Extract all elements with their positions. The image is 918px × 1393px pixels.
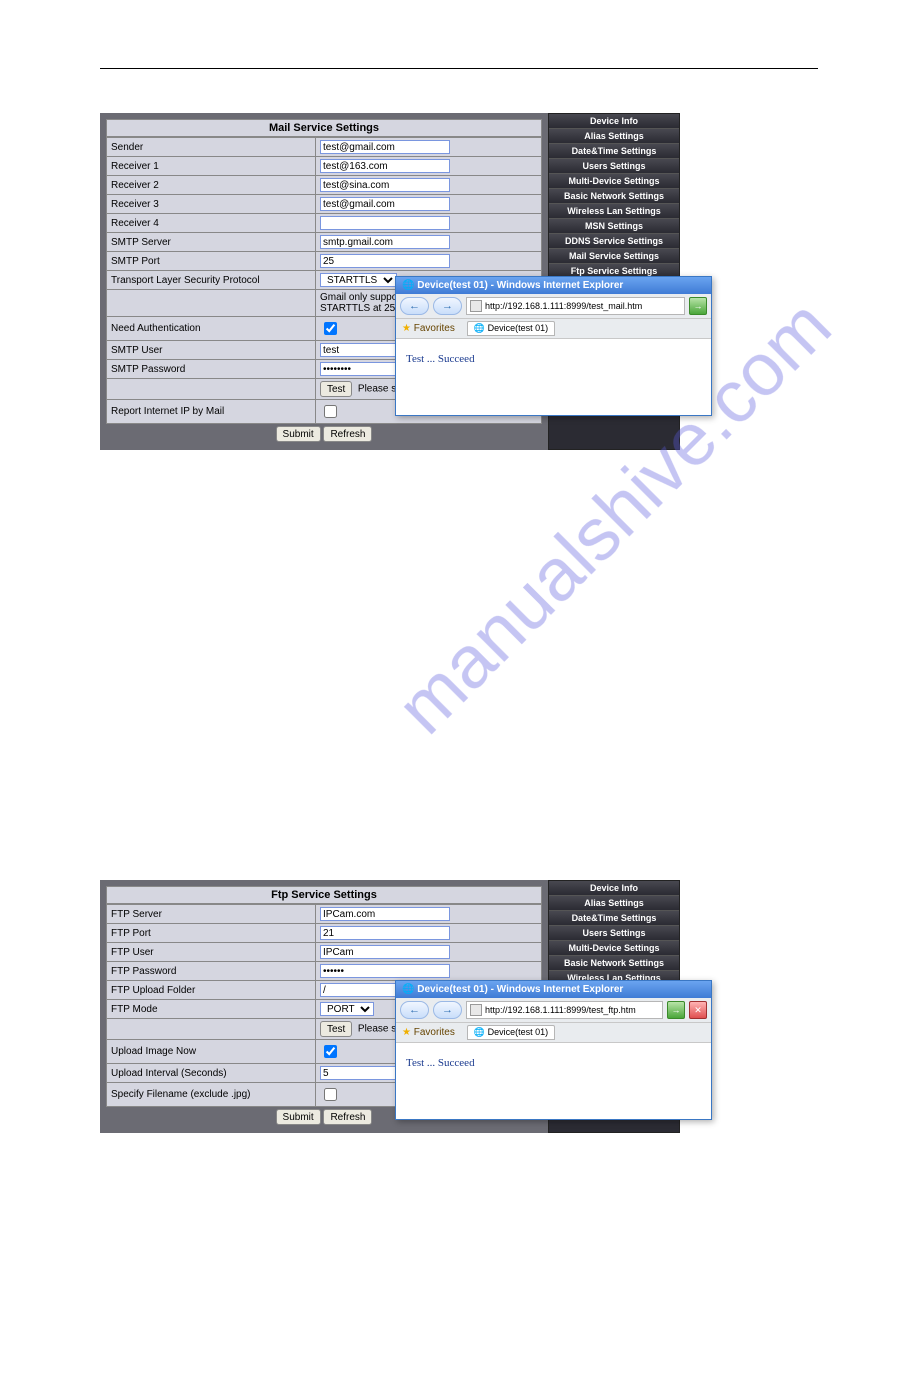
sidebar-item[interactable]: Mail Service Settings bbox=[549, 249, 679, 264]
ftp-user-label: FTP User bbox=[107, 943, 316, 962]
ftp-submit-button[interactable]: Submit bbox=[276, 1109, 321, 1125]
ie-forward-button[interactable]: → bbox=[433, 297, 462, 315]
sender-label: Sender bbox=[107, 138, 316, 157]
tls-select[interactable]: STARTTLS bbox=[320, 273, 397, 287]
report-ip-checkbox[interactable] bbox=[324, 405, 337, 418]
ie-favorites[interactable]: Favorites bbox=[402, 323, 455, 334]
receiver1-input[interactable] bbox=[320, 159, 450, 173]
ftp-test-button[interactable]: Test bbox=[320, 1021, 352, 1037]
ftp-settings-screenshot: Ftp Service Settings FTP Server FTP Port… bbox=[100, 880, 680, 1133]
ie-titlebar: 🌐 Device(test 01) - Windows Internet Exp… bbox=[396, 981, 711, 998]
ftp-form-title: Ftp Service Settings bbox=[106, 886, 542, 904]
sidebar-item[interactable]: Multi-Device Settings bbox=[549, 941, 679, 956]
need-auth-label: Need Authentication bbox=[107, 317, 316, 341]
ie-tab[interactable]: 🌐 Device(test 01) bbox=[467, 1025, 555, 1040]
mail-submit-button[interactable]: Submit bbox=[276, 426, 321, 442]
ie-back-button[interactable]: ← bbox=[400, 1001, 429, 1019]
sidebar-item[interactable]: Users Settings bbox=[549, 926, 679, 941]
sidebar-item[interactable]: Device Info bbox=[549, 114, 679, 129]
smtp-pass-label: SMTP Password bbox=[107, 360, 316, 379]
filename-label: Specify Filename (exclude .jpg) bbox=[107, 1083, 316, 1107]
smtp-user-label: SMTP User bbox=[107, 341, 316, 360]
ie-window-mail-test: 🌐 Device(test 01) - Windows Internet Exp… bbox=[395, 276, 712, 416]
ftp-pass-label: FTP Password bbox=[107, 962, 316, 981]
sidebar-item[interactable]: Basic Network Settings bbox=[549, 956, 679, 971]
sidebar-item[interactable]: Date&Time Settings bbox=[549, 144, 679, 159]
sidebar-item[interactable]: Device Info bbox=[549, 881, 679, 896]
sidebar-item[interactable]: DDNS Service Settings bbox=[549, 234, 679, 249]
receiver3-label: Receiver 3 bbox=[107, 195, 316, 214]
receiver4-label: Receiver 4 bbox=[107, 214, 316, 233]
ftp-server-input[interactable] bbox=[320, 907, 450, 921]
interval-label: Upload Interval (Seconds) bbox=[107, 1064, 316, 1083]
sidebar-item[interactable]: Basic Network Settings bbox=[549, 189, 679, 204]
upload-now-label: Upload Image Now bbox=[107, 1040, 316, 1064]
receiver4-input[interactable] bbox=[320, 216, 450, 230]
ie-forward-button[interactable]: → bbox=[433, 1001, 462, 1019]
tls-label: Transport Layer Security Protocol bbox=[107, 271, 316, 290]
ftp-pass-input[interactable] bbox=[320, 964, 450, 978]
receiver1-label: Receiver 1 bbox=[107, 157, 316, 176]
ftp-port-label: FTP Port bbox=[107, 924, 316, 943]
ie-back-button[interactable]: ← bbox=[400, 297, 429, 315]
ie-stop-button[interactable]: ✕ bbox=[689, 1001, 707, 1019]
page-icon bbox=[470, 1004, 482, 1016]
sidebar-item[interactable]: Wireless Lan Settings bbox=[549, 204, 679, 219]
sidebar-item[interactable]: Multi-Device Settings bbox=[549, 174, 679, 189]
need-auth-checkbox[interactable] bbox=[324, 322, 337, 335]
ie-titlebar: 🌐 Device(test 01) - Windows Internet Exp… bbox=[396, 277, 711, 294]
receiver2-label: Receiver 2 bbox=[107, 176, 316, 195]
ftp-refresh-button[interactable]: Refresh bbox=[323, 1109, 372, 1125]
ftp-port-input[interactable] bbox=[320, 926, 450, 940]
smtp-server-label: SMTP Server bbox=[107, 233, 316, 252]
ie-address-bar[interactable]: http://192.168.1.111:8999/test_ftp.htm bbox=[466, 1001, 663, 1019]
ie-icon: 🌐 bbox=[402, 280, 414, 291]
sidebar-item[interactable]: Users Settings bbox=[549, 159, 679, 174]
mail-test-button[interactable]: Test bbox=[320, 381, 352, 397]
ftp-mode-label: FTP Mode bbox=[107, 1000, 316, 1019]
smtp-port-label: SMTP Port bbox=[107, 252, 316, 271]
sender-input[interactable] bbox=[320, 140, 450, 154]
ftp-mode-select[interactable]: PORT bbox=[320, 1002, 374, 1016]
report-ip-label: Report Internet IP by Mail bbox=[107, 400, 316, 424]
ftp-user-input[interactable] bbox=[320, 945, 450, 959]
sidebar-item[interactable]: Alias Settings bbox=[549, 129, 679, 144]
ie-favorites[interactable]: Favorites bbox=[402, 1027, 455, 1038]
ftp-server-label: FTP Server bbox=[107, 905, 316, 924]
mail-refresh-button[interactable]: Refresh bbox=[323, 426, 372, 442]
ie-body: Test ... Succeed bbox=[396, 339, 711, 415]
sidebar-item[interactable]: Date&Time Settings bbox=[549, 911, 679, 926]
ie-address-bar[interactable]: http://192.168.1.111:8999/test_mail.htm bbox=[466, 297, 685, 315]
ie-tab[interactable]: 🌐 Device(test 01) bbox=[467, 321, 555, 336]
ie-icon: 🌐 bbox=[402, 984, 414, 995]
upload-now-checkbox[interactable] bbox=[324, 1045, 337, 1058]
mail-settings-screenshot: Mail Service Settings Sender Receiver 1 … bbox=[100, 113, 680, 450]
smtp-server-input[interactable] bbox=[320, 235, 450, 249]
sidebar-item[interactable]: Alias Settings bbox=[549, 896, 679, 911]
ie-window-ftp-test: 🌐 Device(test 01) - Windows Internet Exp… bbox=[395, 980, 712, 1120]
page-icon bbox=[470, 300, 482, 312]
ie-go-button[interactable]: → bbox=[667, 1001, 685, 1019]
ftp-folder-label: FTP Upload Folder bbox=[107, 981, 316, 1000]
smtp-port-input[interactable] bbox=[320, 254, 450, 268]
ie-go-button[interactable]: → bbox=[689, 297, 707, 315]
filename-checkbox[interactable] bbox=[324, 1088, 337, 1101]
horizontal-rule bbox=[100, 68, 818, 69]
ie-body: Test ... Succeed bbox=[396, 1043, 711, 1119]
mail-form-title: Mail Service Settings bbox=[106, 119, 542, 137]
receiver3-input[interactable] bbox=[320, 197, 450, 211]
receiver2-input[interactable] bbox=[320, 178, 450, 192]
sidebar-item[interactable]: MSN Settings bbox=[549, 219, 679, 234]
